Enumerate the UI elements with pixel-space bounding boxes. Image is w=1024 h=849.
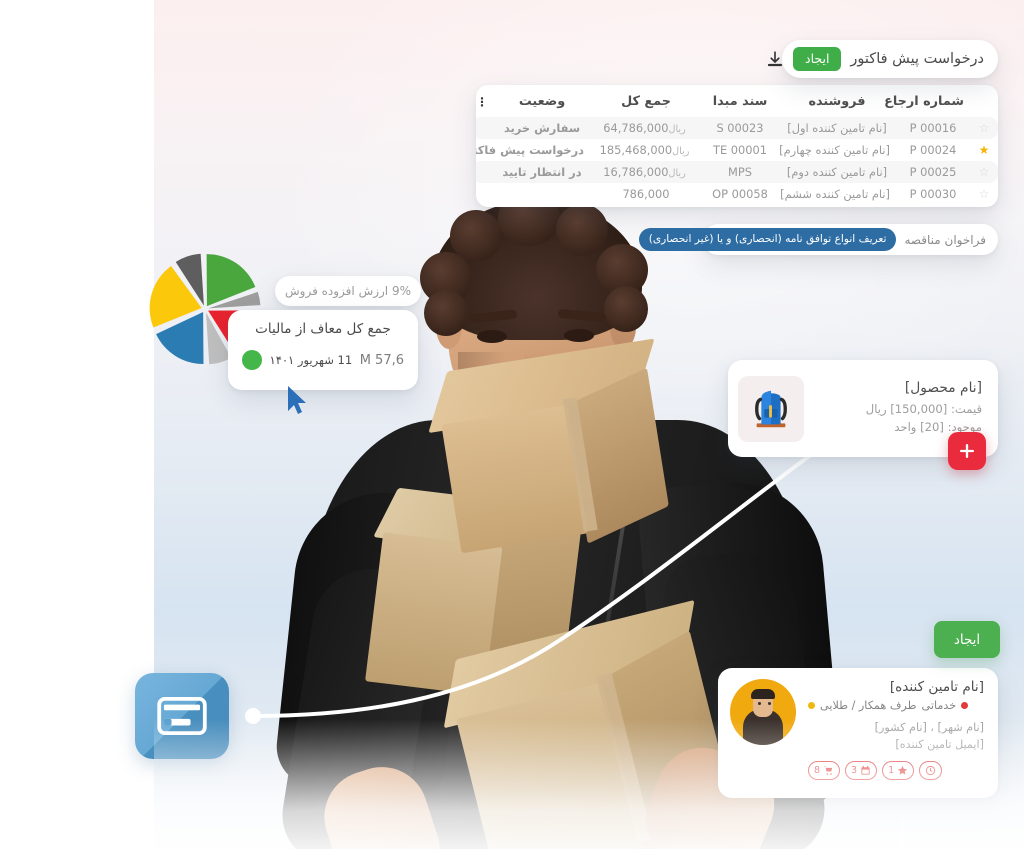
total-value: 786,000 <box>622 187 670 201</box>
vat-pill: 9% ارزش افزوده فروش <box>275 276 421 306</box>
cell-reference: P 00025 <box>896 161 970 183</box>
tag-secondary-dot <box>961 702 969 709</box>
tag-primary-dot <box>808 702 815 709</box>
product-name: [نام محصول] <box>904 380 982 397</box>
define-agreement-types-button[interactable]: تعریف انواع توافق نامه (انحصاری) و یا (غ… <box>638 228 897 251</box>
create-supplier-button[interactable]: ایجاد <box>934 621 1000 658</box>
vat-label: 9% ارزش افزوده فروش <box>285 284 411 298</box>
hero-illustration: درخواست پیش فاکتور ایجاد شماره ارجاع فرو… <box>0 0 1024 849</box>
tag-primary-label: طرف همکار / طلایی <box>820 699 917 712</box>
cell-total: ریال16,786,000 <box>590 161 702 183</box>
product-thumbnail <box>738 375 804 442</box>
row-menu[interactable] <box>476 161 494 183</box>
left-white-panel <box>0 0 154 849</box>
supplier-tags: خدماتی طرف همکار / طلایی <box>808 699 984 712</box>
th-star <box>970 85 998 117</box>
table-row[interactable]: ★ P 00024 [نام تامین کننده چهارم] TE 000… <box>476 139 998 161</box>
tender-call-title: فراخوان مناقصه <box>904 232 986 247</box>
th-vendor[interactable]: فروشنده <box>778 85 896 117</box>
table-body: ☆ P 00016 [نام تامین کننده اول] S 00023 … <box>476 117 998 205</box>
bottom-fade <box>154 719 1024 849</box>
cell-total: ریال185,468,000 <box>590 139 702 161</box>
row-menu[interactable] <box>476 183 494 205</box>
currency-label: ریال <box>672 146 690 157</box>
cell-reference: P 00024 <box>909 143 957 157</box>
cell-source-doc: S 00023 <box>702 117 778 139</box>
th-total[interactable]: جمع کل <box>590 85 702 117</box>
add-product-button[interactable] <box>948 432 986 470</box>
table-header-row: شماره ارجاع فروشنده سند مبدا جمع کل وضعی… <box>476 85 998 117</box>
star-icon[interactable]: ☆ <box>970 183 998 205</box>
product-price: قیمت: [150,000] ریال <box>865 402 982 417</box>
proforma-request-pill[interactable]: درخواست پیش فاکتور ایجاد <box>767 40 998 78</box>
status-badge: در انتظار تایید <box>494 161 590 183</box>
mouse-cursor-icon <box>288 386 306 414</box>
tax-exempt-title: جمع کل معاف از مالیات <box>255 321 391 337</box>
table-row[interactable]: ☆ P 00025 [نام تامین کننده دوم] MPS ریال… <box>476 161 998 183</box>
table: شماره ارجاع فروشنده سند مبدا جمع کل وضعی… <box>476 85 998 205</box>
cell-source-doc: MPS <box>702 161 778 183</box>
currency-label: ریال <box>668 124 686 135</box>
plus-icon <box>960 444 974 458</box>
cardboard-box <box>428 338 669 554</box>
tax-exempt-row: 57,6 M 11 شهریور ۱۴۰۱ <box>242 350 404 370</box>
th-source-doc[interactable]: سند مبدا <box>702 85 778 117</box>
cell-vendor: [نام تامین کننده دوم] <box>778 161 896 183</box>
star-icon[interactable]: ★ <box>970 139 998 161</box>
currency-label: ریال <box>668 168 686 179</box>
th-status[interactable]: وضعیت <box>494 85 590 117</box>
cell-reference: P 00016 <box>896 117 970 139</box>
status-badge: درخواست پیش فاکتور <box>476 143 584 157</box>
cell-vendor: [نام تامین کننده ششم] <box>780 187 890 201</box>
cell-source-doc: TE 00001 <box>712 143 767 157</box>
supplier-name: [نام تامین کننده] <box>889 679 984 695</box>
table-row[interactable]: ☆ P 00016 [نام تامین کننده اول] S 00023 … <box>476 117 998 139</box>
backpack-icon <box>755 390 787 427</box>
create-button[interactable]: ایجاد <box>793 47 842 71</box>
cell-total: 786,000 <box>590 183 702 205</box>
total-value: 64,786,000 <box>603 121 669 135</box>
th-reference[interactable]: شماره ارجاع <box>884 85 970 117</box>
bottom-seam <box>900 805 904 849</box>
tax-exempt-tooltip: جمع کل معاف از مالیات 57,6 M 11 شهریور ۱… <box>228 310 418 390</box>
product-info: [نام محصول] قیمت: [150,000] ریال موجود: … <box>816 380 982 437</box>
cell-source-doc: OP 00058 <box>712 187 768 201</box>
status-badge <box>494 183 590 205</box>
row-menu[interactable] <box>476 117 494 139</box>
tag-secondary-label: خدماتی <box>921 699 957 712</box>
cell-vendor: [نام تامین کننده چهارم] <box>779 143 890 157</box>
cell-reference: P 00030 <box>909 187 957 201</box>
total-value: 16,786,000 <box>603 165 669 179</box>
cell-total: ریال64,786,000 <box>590 117 702 139</box>
kebab-menu-icon[interactable]: ⋮ <box>476 85 494 117</box>
table-row[interactable]: ☆ P 00030 [نام تامین کننده ششم] OP 00058… <box>476 183 998 205</box>
tender-call-pill[interactable]: فراخوان مناقصه تعریف انواع توافق نامه (ا… <box>638 224 998 255</box>
series-color-dot <box>242 350 262 370</box>
star-icon[interactable]: ☆ <box>970 117 998 139</box>
cell-vendor: [نام تامین کننده اول] <box>778 117 896 139</box>
status-badge: سفارش خرید <box>494 117 590 139</box>
tax-exempt-value: 57,6 M <box>359 352 404 368</box>
total-value: 185,468,000 <box>599 143 673 157</box>
download-icon[interactable] <box>766 50 784 68</box>
purchase-requests-table[interactable]: شماره ارجاع فروشنده سند مبدا جمع کل وضعی… <box>476 85 998 207</box>
star-icon[interactable]: ☆ <box>970 161 998 183</box>
proforma-request-title: درخواست پیش فاکتور <box>850 51 984 67</box>
tax-exempt-date: 11 شهریور ۱۴۰۱ <box>269 353 353 367</box>
